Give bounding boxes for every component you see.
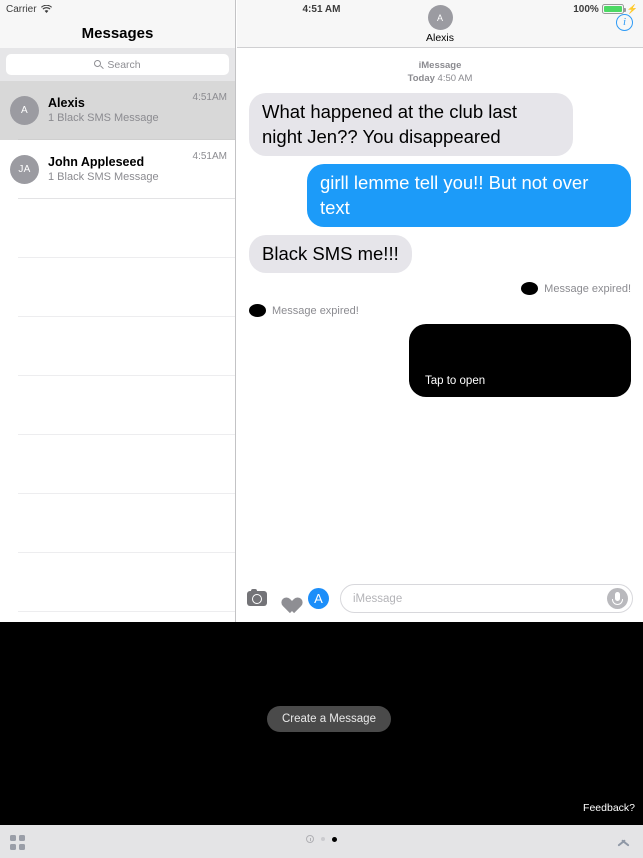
message-input[interactable]: iMessage bbox=[340, 584, 633, 613]
message-row: Black SMS me!!! bbox=[244, 235, 631, 273]
search-bar-container: Search bbox=[0, 48, 235, 81]
message-bubble-incoming[interactable]: What happened at the club last night Jen… bbox=[244, 93, 573, 156]
battery-icon bbox=[601, 4, 626, 14]
conversation-name: Alexis bbox=[48, 96, 85, 110]
conversation-time: 4:51AM bbox=[192, 92, 227, 103]
conversation-row-alexis[interactable]: A Alexis 1 Black SMS Message 4:51AM bbox=[0, 81, 235, 140]
page-dot[interactable] bbox=[321, 837, 325, 841]
conversation-list: A Alexis 1 Black SMS Message 4:51AM JA J… bbox=[0, 81, 235, 612]
page-indicator bbox=[0, 835, 643, 843]
ios-messages-screen: Carrier 4:51 AM 100% ⚡ Messages Search A… bbox=[0, 0, 643, 858]
message-row: girll lemme tell you!! But not over text bbox=[249, 164, 636, 227]
black-ellipse-icon bbox=[521, 282, 539, 295]
thread-meta: iMessage Today 4:50 AM bbox=[249, 48, 631, 85]
expired-message-label: Message expired! bbox=[272, 304, 359, 317]
conversation-text: John Appleseed 1 Black SMS Message bbox=[48, 154, 193, 185]
empty-list-row bbox=[0, 376, 235, 435]
recents-clock-icon[interactable] bbox=[306, 835, 314, 843]
message-input-placeholder: iMessage bbox=[353, 592, 403, 605]
black-sms-extension-panel: Create a Message Feedback? bbox=[0, 622, 643, 825]
empty-list-row bbox=[0, 494, 235, 553]
page-dot-active[interactable] bbox=[332, 836, 337, 842]
empty-list-row bbox=[0, 199, 235, 258]
empty-list-row bbox=[0, 553, 235, 612]
black-ellipse-icon bbox=[249, 304, 266, 317]
empty-list-row bbox=[0, 317, 235, 376]
status-bar-right: 100% ⚡ bbox=[573, 4, 638, 15]
message-bubble-incoming[interactable]: Black SMS me!!! bbox=[244, 235, 412, 273]
message-service-label: iMessage bbox=[418, 60, 462, 71]
battery-percent-label: 100% bbox=[573, 3, 599, 15]
status-bar: Carrier 4:51 AM 100% ⚡ bbox=[0, 0, 643, 18]
conversation-preview: 1 Black SMS Message bbox=[48, 112, 159, 124]
app-store-icon[interactable]: A bbox=[308, 588, 329, 609]
search-icon bbox=[94, 60, 105, 69]
avatar: A bbox=[10, 96, 39, 125]
message-day-label: Today bbox=[407, 73, 435, 84]
message-row: What happened at the club last night Jen… bbox=[244, 93, 631, 156]
chevron-up-icon[interactable] bbox=[618, 837, 629, 848]
tap-to-open-label: Tap to open bbox=[425, 375, 486, 387]
message-bubble-outgoing[interactable]: girll lemme tell you!! But not over text bbox=[307, 164, 636, 227]
message-time-label: 4:50 AM bbox=[437, 73, 473, 84]
conversations-sidebar: Messages Search A Alexis 1 Black SMS Mes… bbox=[0, 0, 236, 622]
status-bar-clock: 4:51 AM bbox=[302, 3, 341, 15]
avatar: JA bbox=[10, 155, 39, 184]
microphone-icon[interactable] bbox=[607, 588, 628, 609]
app-drawer-bar bbox=[0, 825, 643, 858]
conversation-contact-name: Alexis bbox=[425, 32, 454, 44]
search-placeholder: Search bbox=[107, 58, 141, 71]
conversation-name: John Appleseed bbox=[48, 155, 145, 169]
create-message-button[interactable]: Create a Message bbox=[267, 706, 391, 732]
conversation-row-john-appleseed[interactable]: JA John Appleseed 1 Black SMS Message 4:… bbox=[0, 140, 235, 199]
feedback-link[interactable]: Feedback? bbox=[583, 802, 635, 814]
black-sms-bubble[interactable]: Tap to open bbox=[409, 324, 636, 397]
page-title: Messages bbox=[81, 25, 154, 42]
lightning-bolt-icon: ⚡ bbox=[626, 3, 638, 14]
camera-icon[interactable] bbox=[247, 588, 267, 606]
message-thread: iMessage Today 4:50 AM What happened at … bbox=[237, 48, 643, 576]
conversation-pane: A Alexis i iMessage Today 4:50 AM What h… bbox=[237, 0, 643, 622]
conversation-time: 4:51AM bbox=[192, 151, 227, 162]
empty-list-row bbox=[0, 435, 235, 494]
compose-bar: A iMessage bbox=[237, 575, 643, 622]
heart-icon[interactable] bbox=[278, 590, 297, 607]
message-timestamp: Today 4:50 AM bbox=[249, 72, 631, 85]
expired-message-label: Message expired! bbox=[544, 282, 631, 295]
conversation-preview: 1 Black SMS Message bbox=[48, 171, 159, 183]
search-input[interactable]: Search bbox=[6, 54, 229, 75]
empty-list-row bbox=[0, 258, 235, 317]
expired-message-row-outgoing: Message expired! bbox=[249, 282, 631, 295]
expired-message-row-incoming: Message expired! bbox=[249, 304, 631, 317]
conversation-text: Alexis 1 Black SMS Message bbox=[48, 95, 193, 126]
